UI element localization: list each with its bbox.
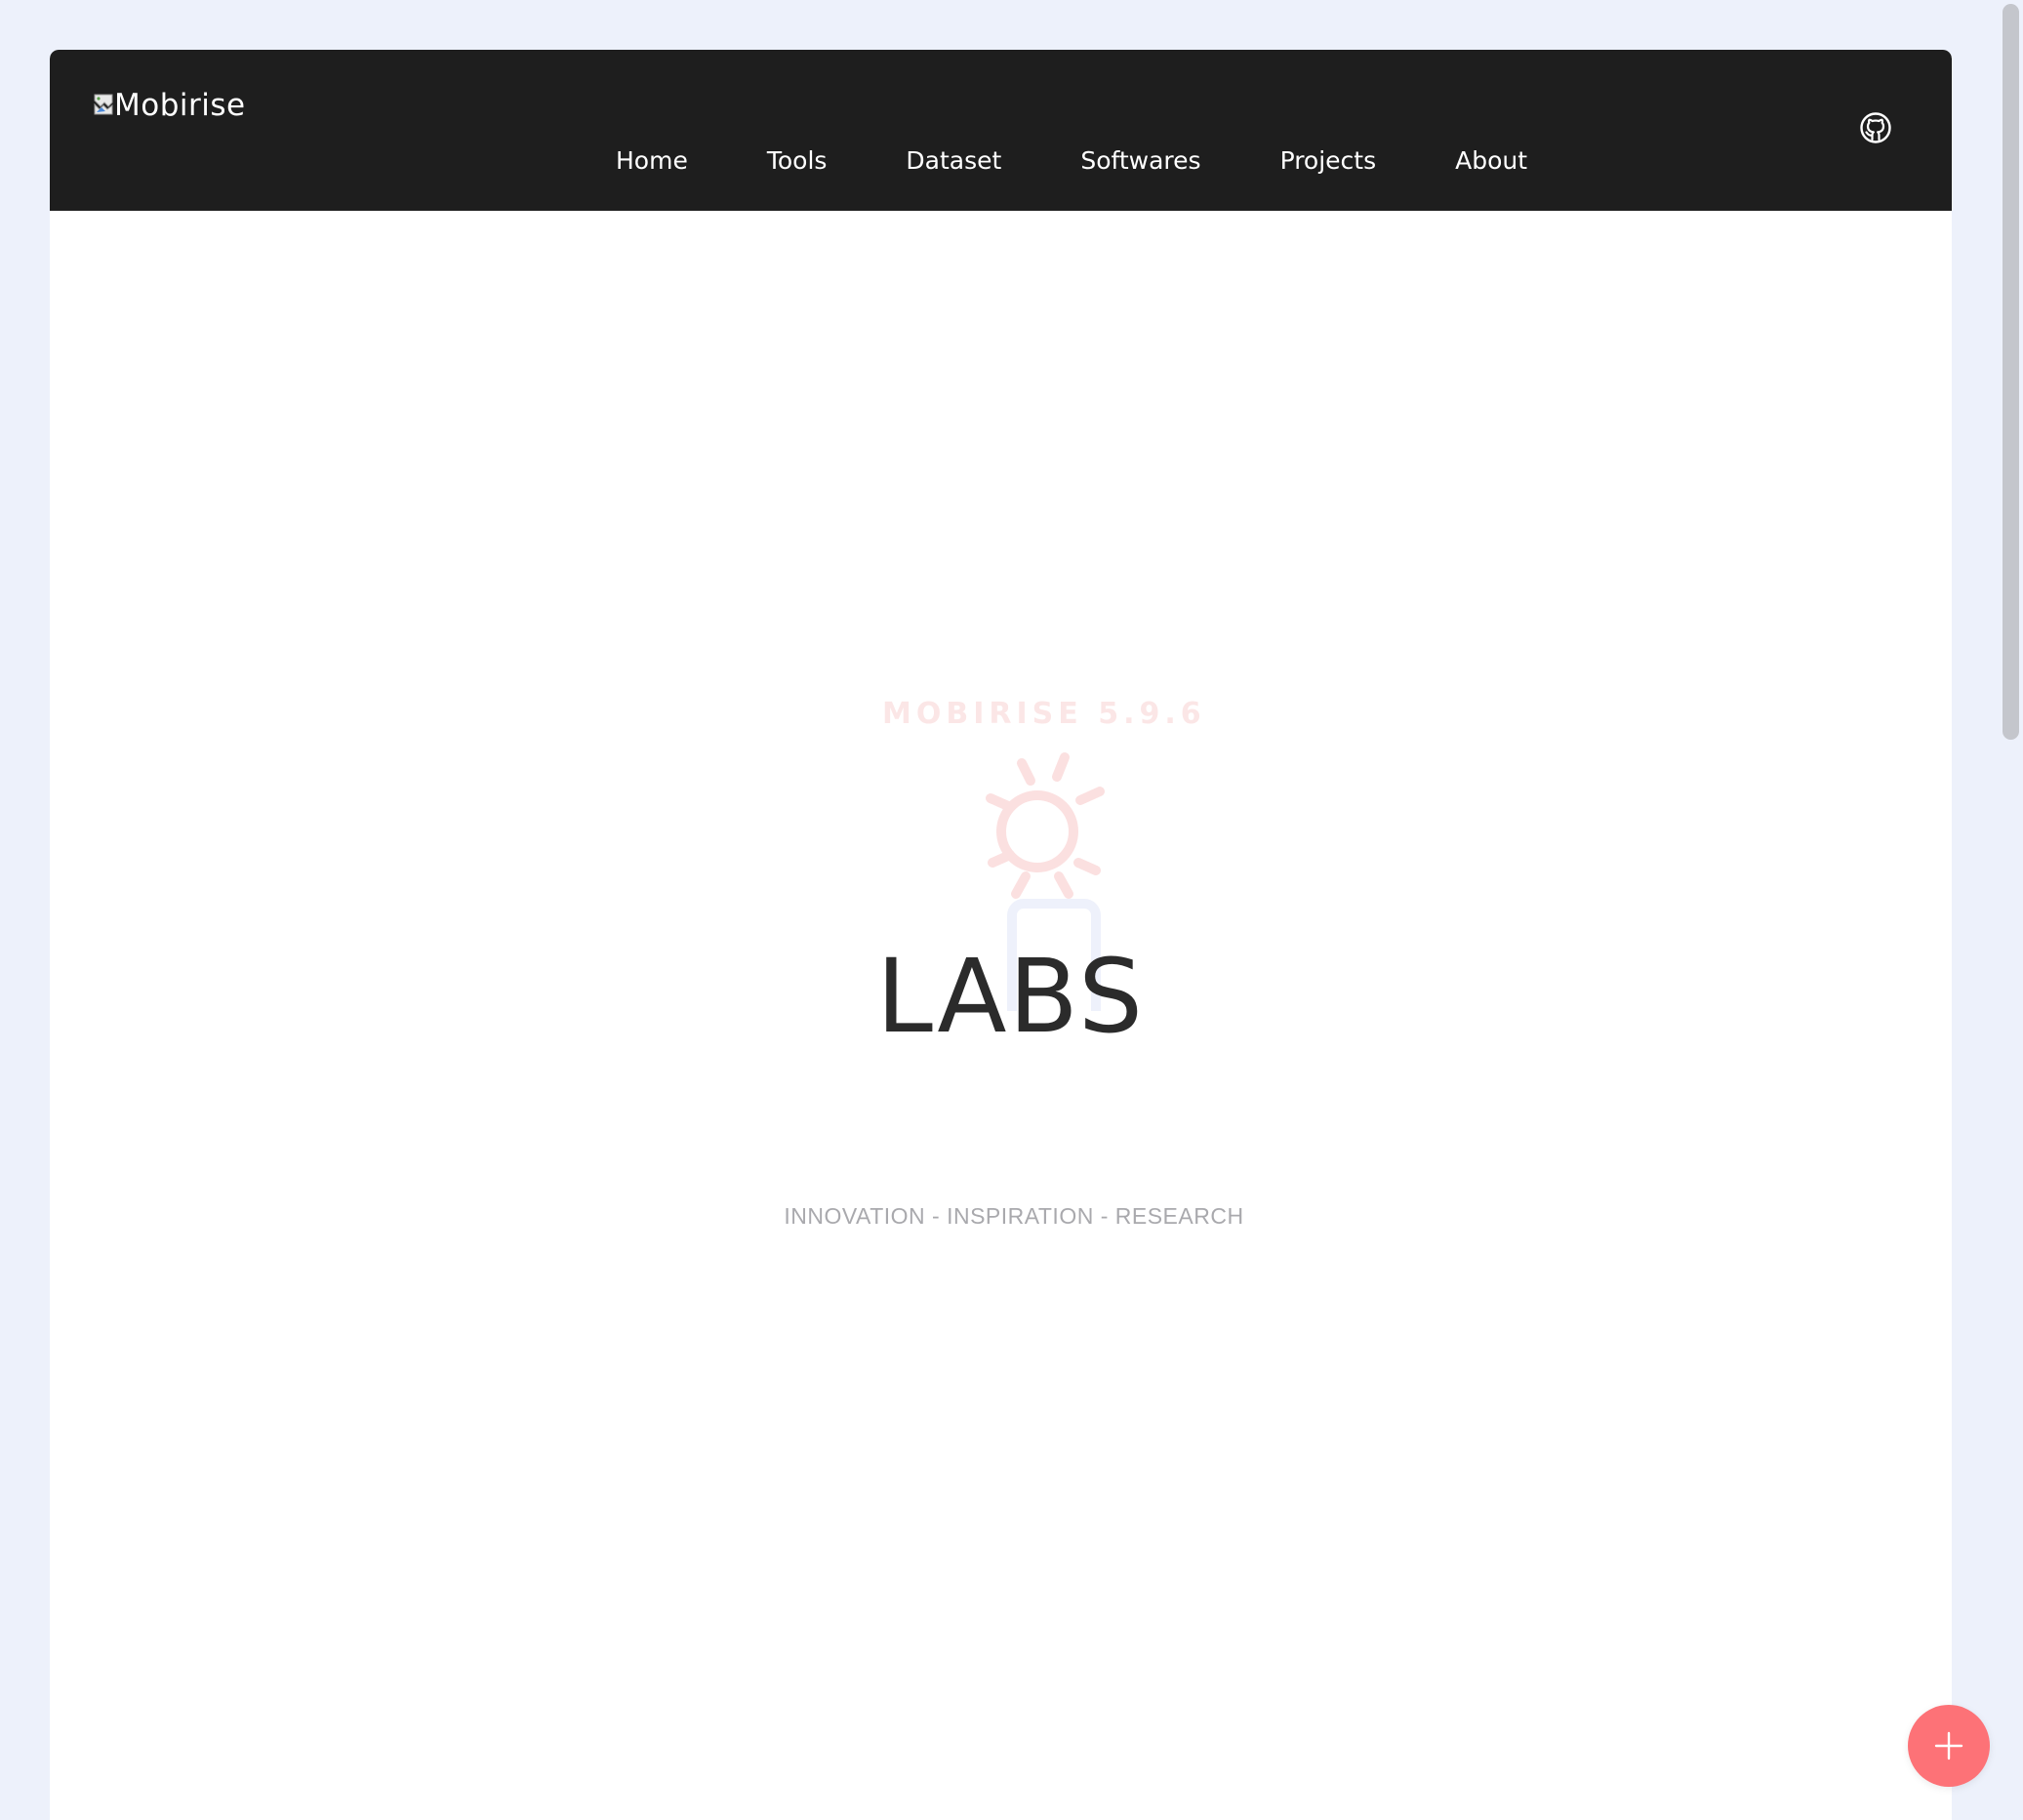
nav-item-dataset[interactable]: Dataset <box>906 146 1001 176</box>
nav-item-tools[interactable]: Tools <box>767 146 828 176</box>
nav-item-softwares[interactable]: Softwares <box>1080 146 1200 176</box>
nav-item-projects[interactable]: Projects <box>1280 146 1377 176</box>
vertical-scrollbar[interactable] <box>1999 0 2023 1820</box>
brand-logo-alt-text: Mobirise <box>114 88 246 123</box>
watermark-text: MOBIRISE 5.9.6 <box>882 697 1206 731</box>
page-card: Mobirise Home Tools Dataset Softwares Pr… <box>50 50 1952 1820</box>
scrollbar-thumb[interactable] <box>2003 4 2019 740</box>
plus-icon <box>1934 1731 1963 1760</box>
hero-title: LABS <box>875 937 1145 1056</box>
github-icon[interactable] <box>1859 111 1892 144</box>
main-nav: Home Tools Dataset Softwares Projects Ab… <box>616 146 1527 176</box>
nav-item-about[interactable]: About <box>1455 146 1527 176</box>
hero-section: MOBIRISE 5.9.6 LABS INNOVATION - INSPIRA… <box>50 211 1952 1820</box>
nav-item-home[interactable]: Home <box>616 146 688 176</box>
brand-logo[interactable]: Mobirise <box>93 89 246 122</box>
broken-image-icon <box>93 93 116 116</box>
add-fab-button[interactable] <box>1908 1705 1990 1787</box>
hero-subtitle: INNOVATION - INSPIRATION - RESEARCH <box>784 1203 1244 1229</box>
top-navbar: Mobirise Home Tools Dataset Softwares Pr… <box>50 50 1952 211</box>
